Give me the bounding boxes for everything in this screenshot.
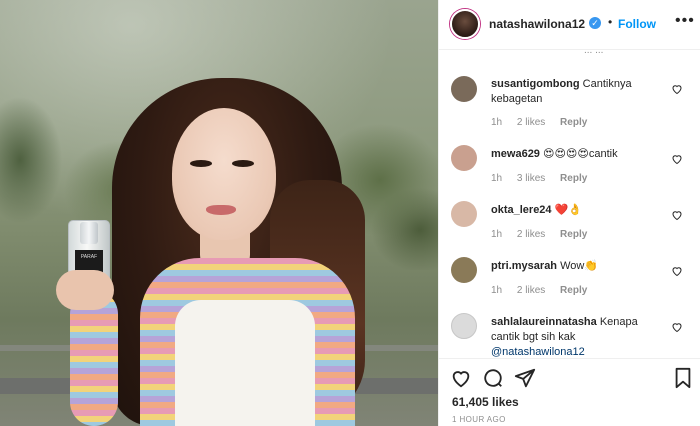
comment-time: 1h xyxy=(491,117,503,128)
reply-button[interactable]: Reply xyxy=(560,117,587,128)
photo-face xyxy=(172,108,276,240)
comment-body: 😍😍😍😍cantik xyxy=(543,148,618,160)
post-photo[interactable]: PARAF xyxy=(0,0,438,426)
comment-username[interactable]: mewa629 xyxy=(491,148,540,160)
comment-text: susantigombong Cantiknya kebagetan xyxy=(491,77,663,107)
comment-time: 1h xyxy=(491,285,503,296)
comment-meta: 1h 2 likes Reply xyxy=(491,229,599,240)
photo-top xyxy=(175,300,315,426)
photo-lips xyxy=(206,205,236,215)
author-avatar[interactable] xyxy=(450,9,480,39)
comment-text: sahlalaureinnatasha Kenapa cantik bgt si… xyxy=(491,315,663,358)
comment-text: ptri.mysarah Wow👏 xyxy=(491,259,663,274)
comment-username[interactable]: ptri.mysarah xyxy=(491,260,557,272)
comment-like-heart-icon[interactable] xyxy=(671,153,683,165)
perfume-cap xyxy=(80,222,98,244)
comment-text: mewa629 😍😍😍😍cantik xyxy=(491,147,663,162)
comment-username[interactable]: susantigombong xyxy=(491,78,580,90)
verified-badge-icon: ✓ xyxy=(589,17,601,29)
comment-time: 1h xyxy=(491,229,503,240)
post-sidebar: natashawilona12 ✓ • Follow ••• ... ... s… xyxy=(438,0,700,426)
reply-button[interactable]: Reply xyxy=(560,173,587,184)
share-icon[interactable] xyxy=(514,367,536,389)
comment-like-heart-icon[interactable] xyxy=(671,83,683,95)
photo-arm xyxy=(70,290,118,426)
more-icon[interactable]: ••• xyxy=(675,12,695,30)
comment-meta: 1h 2 likes Reply xyxy=(491,285,599,296)
likes-count[interactable]: 61,405 likes xyxy=(452,395,519,409)
comment-likes[interactable]: 2 likes xyxy=(517,285,545,296)
comment-mention[interactable]: @natashawilona12 xyxy=(491,346,585,358)
separator-dot: • xyxy=(608,15,613,29)
heart-icon[interactable] xyxy=(450,367,472,389)
scrolled-fragment: ... ... xyxy=(584,51,603,56)
comment-like-heart-icon[interactable] xyxy=(671,209,683,221)
comment-body: Wow👏 xyxy=(560,260,599,272)
photo-eye-right xyxy=(232,160,254,167)
reply-button[interactable]: Reply xyxy=(560,229,587,240)
comment-username[interactable]: okta_lere24 xyxy=(491,204,552,216)
comment-likes[interactable]: 3 likes xyxy=(517,173,545,184)
post-timestamp: 1 HOUR AGO xyxy=(452,415,506,424)
comment-avatar[interactable] xyxy=(451,201,477,227)
comment-avatar[interactable] xyxy=(451,313,477,339)
comment-avatar[interactable] xyxy=(451,145,477,171)
comment-meta: 1h 3 likes Reply xyxy=(491,173,599,184)
comment-icon[interactable] xyxy=(482,367,504,389)
comment-username[interactable]: sahlalaureinnatasha xyxy=(491,316,597,328)
follow-button[interactable]: Follow xyxy=(618,17,656,31)
comment-likes[interactable]: 2 likes xyxy=(517,229,545,240)
comment-meta: 1h 2 likes Reply xyxy=(491,117,599,128)
comment-time: 1h xyxy=(491,173,503,184)
comment-like-heart-icon[interactable] xyxy=(671,321,683,333)
reply-button[interactable]: Reply xyxy=(560,285,587,296)
comment-text: okta_lere24 ❤️👌 xyxy=(491,203,663,218)
comment-avatar[interactable] xyxy=(451,76,477,102)
photo-hand xyxy=(56,270,114,310)
comment-like-heart-icon[interactable] xyxy=(671,265,683,277)
post-actions: 61,405 likes 1 HOUR AGO xyxy=(439,358,700,426)
photo-eye-left xyxy=(190,160,212,167)
comment-avatar[interactable] xyxy=(451,257,477,283)
bookmark-icon[interactable] xyxy=(672,367,694,389)
comments-list[interactable]: ... ... susantigombong Cantiknya kebaget… xyxy=(439,51,700,358)
author-username[interactable]: natashawilona12 xyxy=(489,17,585,31)
post-header: natashawilona12 ✓ • Follow ••• xyxy=(439,0,700,50)
comment-likes[interactable]: 2 likes xyxy=(517,117,545,128)
comment-body: ❤️👌 xyxy=(554,204,583,216)
